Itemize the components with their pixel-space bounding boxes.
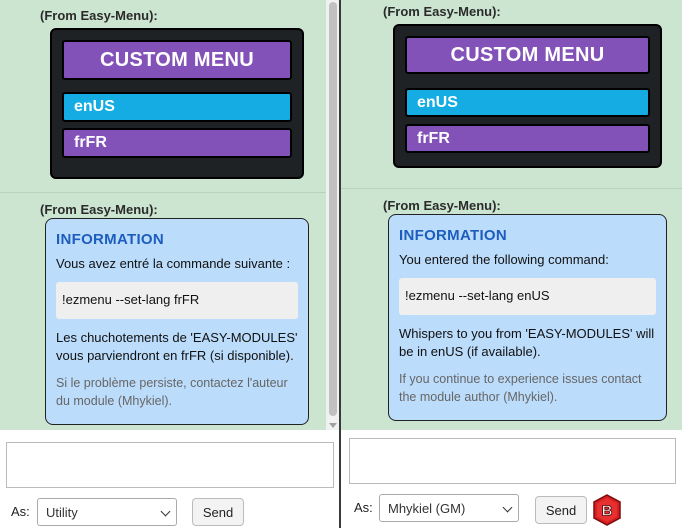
chat-input[interactable] xyxy=(349,438,676,484)
send-button[interactable]: Send xyxy=(535,496,587,524)
message-divider xyxy=(0,192,326,193)
scrollbar-thumb[interactable] xyxy=(329,2,337,416)
message-divider xyxy=(341,188,682,189)
command-text: !ezmenu --set-lang enUS xyxy=(399,278,656,315)
custom-menu-title: CUSTOM MENU xyxy=(405,36,650,74)
scroll-down-icon[interactable] xyxy=(329,423,337,428)
message-sender: (From Easy-Menu): xyxy=(40,202,158,217)
information-panel: INFORMATION You entered the following co… xyxy=(388,214,667,421)
svg-text:B: B xyxy=(602,503,613,520)
information-panel: INFORMATION Vous avez entré la commande … xyxy=(45,218,309,425)
menu-option-frfr-button[interactable]: frFR xyxy=(62,128,292,158)
custom-menu-title: CUSTOM MENU xyxy=(62,40,292,80)
speaking-as-label: As: xyxy=(11,504,30,519)
custom-menu-panel: CUSTOM MENU enUS frFR xyxy=(393,24,662,168)
speaking-as-select[interactable]: Utility xyxy=(37,498,177,526)
command-intro-text: You entered the following command: xyxy=(399,252,609,267)
speaking-as-value: Utility xyxy=(46,504,78,520)
message-sender: (From Easy-Menu): xyxy=(383,4,501,19)
chevron-down-icon xyxy=(502,502,513,513)
custom-menu-panel: CUSTOM MENU enUS frFR xyxy=(50,28,304,179)
command-intro-text: Vous avez entré la commande suivante : xyxy=(56,256,291,271)
result-text: Whispers to you from 'EASY-MODULES' will… xyxy=(399,326,655,359)
speaking-as-value: Mhykiel (GM) xyxy=(388,500,466,516)
chat-scrollbar[interactable] xyxy=(326,0,340,430)
speaking-as-label: As: xyxy=(354,500,373,515)
speaking-as-select[interactable]: Mhykiel (GM) xyxy=(379,494,519,522)
message-sender: (From Easy-Menu): xyxy=(383,198,501,213)
chat-log: (From Easy-Menu): CUSTOM MENU enUS frFR … xyxy=(0,0,326,430)
right-chat-pane: (From Easy-Menu): CUSTOM MENU enUS frFR … xyxy=(341,0,682,528)
information-title: INFORMATION xyxy=(399,227,508,244)
command-text: !ezmenu --set-lang frFR xyxy=(56,282,298,319)
left-chat-pane: (From Easy-Menu): CUSTOM MENU enUS frFR … xyxy=(0,0,340,528)
send-button[interactable]: Send xyxy=(192,498,244,526)
help-text: If you continue to experience issues con… xyxy=(399,372,642,404)
menu-option-frfr-button[interactable]: frFR xyxy=(405,124,650,153)
menu-option-enus-button[interactable]: enUS xyxy=(62,92,292,122)
result-text: Les chuchotements de 'EASY-MODULES' vous… xyxy=(56,330,298,363)
chat-log: (From Easy-Menu): CUSTOM MENU enUS frFR … xyxy=(341,0,682,430)
help-text: Si le problème persiste, contactez l'aut… xyxy=(56,376,288,408)
information-title: INFORMATION xyxy=(56,231,165,248)
chevron-down-icon xyxy=(160,506,171,517)
menu-option-enus-button[interactable]: enUS xyxy=(405,88,650,117)
b-gem-icon[interactable]: B xyxy=(592,494,622,526)
chat-input[interactable] xyxy=(6,442,334,488)
message-sender: (From Easy-Menu): xyxy=(40,8,158,23)
